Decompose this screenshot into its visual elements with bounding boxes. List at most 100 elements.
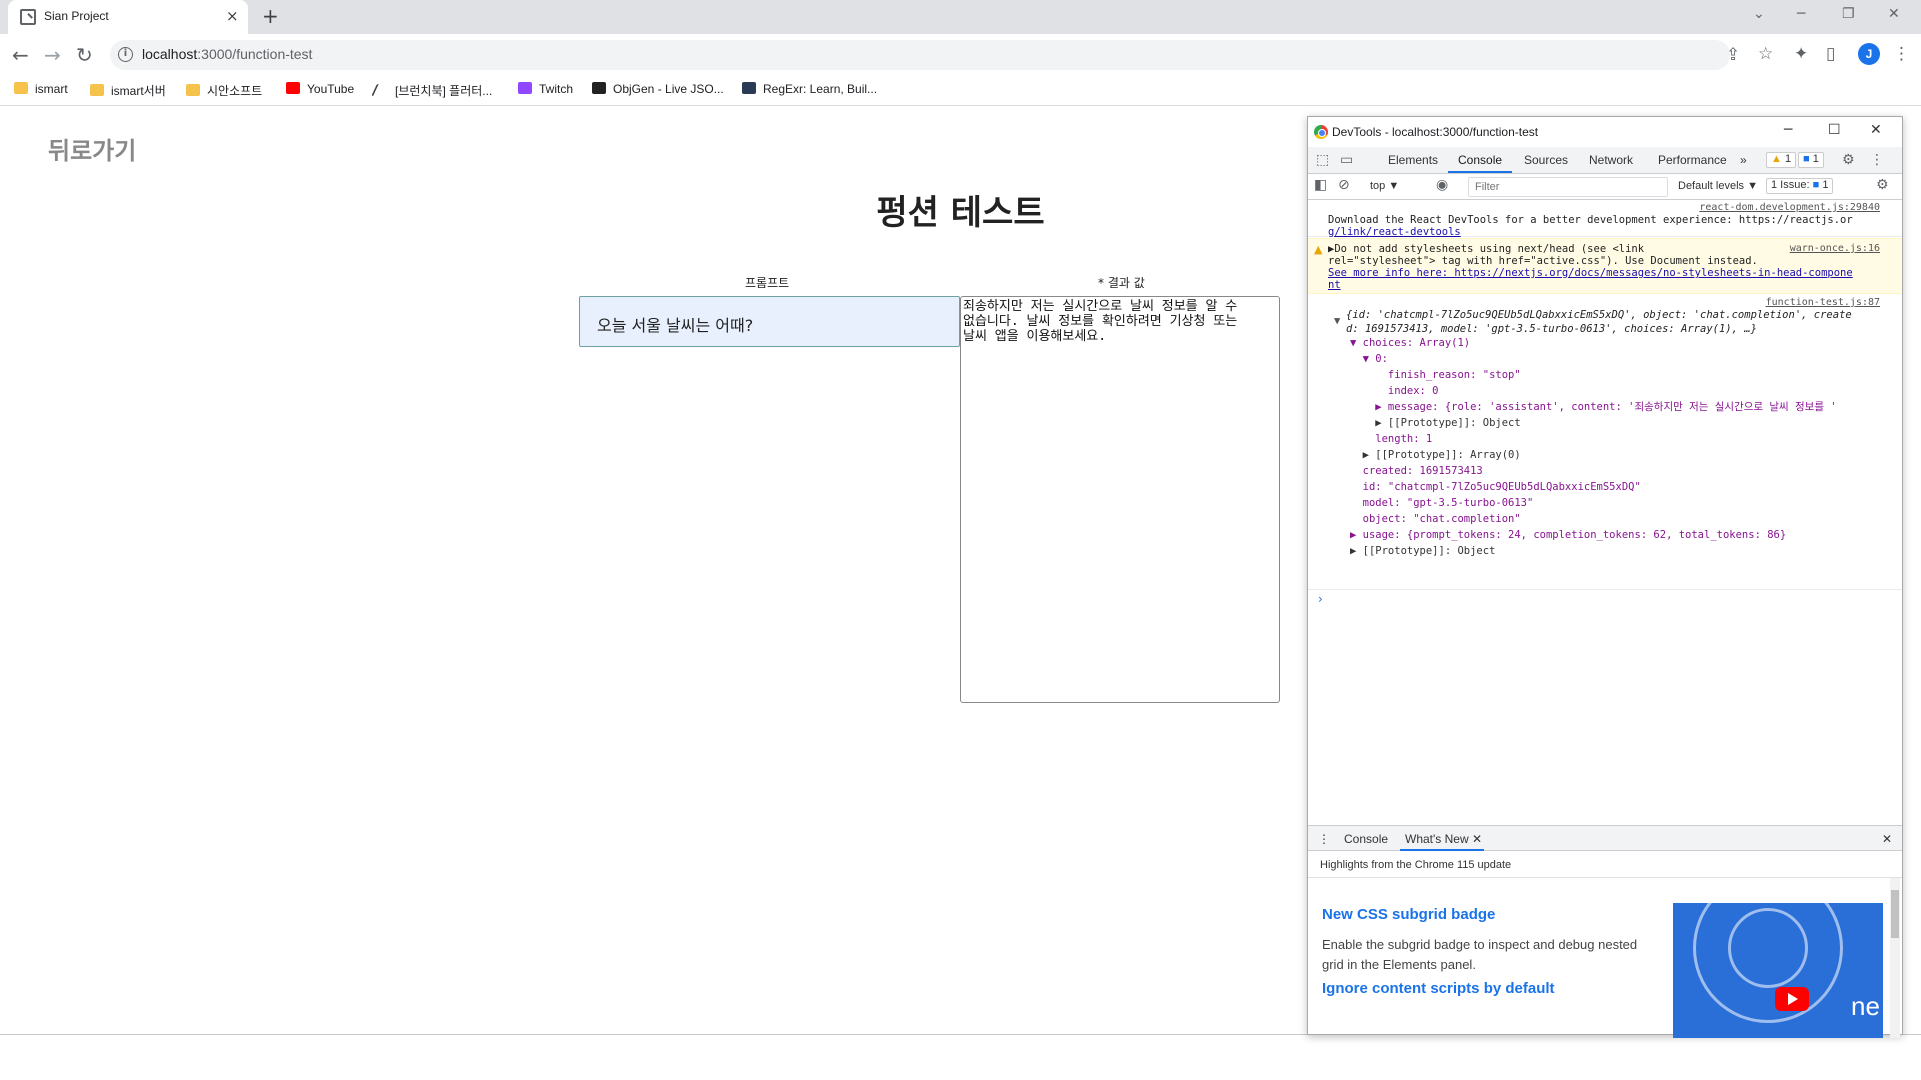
back-link[interactable]: 뒤로가기 xyxy=(48,131,136,166)
tab-sources[interactable]: Sources xyxy=(1524,153,1568,167)
whats-new-item-title[interactable]: Ignore content scripts by default xyxy=(1322,980,1555,997)
youtube-play-icon[interactable] xyxy=(1775,987,1809,1011)
whats-new-item-text: Enable the subgrid badge to inspect and … xyxy=(1322,937,1638,972)
devtools-maximize-icon[interactable]: ☐ xyxy=(1828,122,1841,138)
bookmark-star-icon[interactable]: ☆ xyxy=(1758,44,1773,64)
folder-icon xyxy=(186,84,200,96)
scrollbar-thumb[interactable] xyxy=(1891,890,1899,938)
tab-elements[interactable]: Elements xyxy=(1388,153,1438,167)
tree-node-prototype[interactable]: ▶ [[Prototype]]: Object xyxy=(1350,417,1520,430)
forward-arrow-icon[interactable]: → xyxy=(44,43,61,67)
whats-new-scrollbar[interactable] xyxy=(1890,878,1900,1038)
settings-gear-icon[interactable]: ⚙ xyxy=(1842,152,1855,168)
console-toolbar: ◧ ⊘ top ▼ ◉ Default levels ▼ 1 Issue: ■ … xyxy=(1308,174,1902,200)
tree-node-prototype[interactable]: ▶ [[Prototype]]: Object xyxy=(1350,545,1495,558)
messages-badge[interactable]: ■ 1 xyxy=(1798,152,1824,168)
message-link[interactable]: nt xyxy=(1328,279,1341,292)
message-source-link[interactable]: function-test.js:87 xyxy=(1766,297,1880,308)
bookmark-ismart-server[interactable]: ismart서버 xyxy=(90,82,166,100)
console-message-react: react-dom.development.js:29840 Download … xyxy=(1308,200,1902,238)
tree-node-message[interactable]: ▶ message: {role: 'assistant', content: … xyxy=(1350,401,1836,414)
device-toolbar-icon[interactable]: ▭ xyxy=(1340,152,1353,168)
minimize-icon[interactable]: ─ xyxy=(1797,6,1805,22)
message-link[interactable]: See more info here: https://nextjs.org/d… xyxy=(1328,267,1853,280)
pen-icon xyxy=(371,84,391,96)
tree-node-index: index: 0 xyxy=(1350,385,1439,397)
whats-new-item-title[interactable]: New CSS subgrid badge xyxy=(1322,906,1495,923)
folder-icon xyxy=(14,82,28,94)
browser-tab[interactable]: Sian Project × xyxy=(8,0,248,34)
expand-arrow-icon[interactable]: ▼ xyxy=(1334,315,1340,328)
new-tab-button[interactable]: + xyxy=(262,4,279,28)
share-icon[interactable]: ⇪ xyxy=(1726,45,1740,65)
object-summary[interactable]: d: 1691573413, model: 'gpt-3.5-turbo-061… xyxy=(1346,323,1757,336)
whats-new-body: New CSS subgrid badge Enable the subgrid… xyxy=(1308,878,1888,1038)
more-tabs-icon[interactable]: » xyxy=(1740,153,1747,167)
tree-node-usage[interactable]: ▶ usage: {prompt_tokens: 24, completion_… xyxy=(1350,529,1786,542)
bookmark-objgen[interactable]: ObjGen - Live JSO... xyxy=(592,82,724,100)
tree-node-choices[interactable]: ▼ choices: Array(1) xyxy=(1350,337,1470,350)
drawer-tab-whats-new[interactable]: What's New ✕ xyxy=(1405,832,1482,846)
message-icon: ■ xyxy=(1803,153,1810,165)
drawer-tabbar: ⋮ Console What's New ✕ ✕ xyxy=(1308,825,1902,851)
context-select[interactable]: top ▼ xyxy=(1370,180,1399,192)
close-tab-icon[interactable]: × xyxy=(226,7,239,25)
bookmark-regexr[interactable]: RegExr: Learn, Buil... xyxy=(742,82,877,100)
inspect-element-icon[interactable]: ⬚ xyxy=(1316,152,1329,168)
clear-console-icon[interactable]: ⊘ xyxy=(1338,177,1350,193)
devtools-minimize-icon[interactable]: ─ xyxy=(1784,122,1792,138)
prompt-input[interactable]: 오늘 서울 날씨는 어때? xyxy=(579,296,960,347)
warnings-badge[interactable]: ▲ 1 xyxy=(1766,152,1797,168)
side-panel-icon[interactable]: ▯ xyxy=(1826,44,1835,64)
back-arrow-icon[interactable]: ← xyxy=(12,43,29,67)
reload-icon[interactable]: ↻ xyxy=(76,43,93,67)
extensions-puzzle-icon[interactable]: ✦ xyxy=(1794,44,1808,64)
bookmark-brunch[interactable]: [브런치북] 플러터... xyxy=(371,82,492,100)
devtools-close-icon[interactable]: ✕ xyxy=(1870,122,1882,138)
tree-node-length: length: 1 xyxy=(1350,433,1433,445)
restore-icon[interactable]: ❐ xyxy=(1842,6,1855,22)
issue-icon: ■ xyxy=(1812,179,1820,191)
folder-icon xyxy=(90,84,104,96)
tree-node-0[interactable]: ▼ 0: xyxy=(1350,353,1388,366)
twitch-icon xyxy=(518,82,532,94)
bookmark-sian-soft[interactable]: 시안소프트 xyxy=(186,82,262,100)
close-window-icon[interactable]: ✕ xyxy=(1888,6,1900,22)
decorative-ring xyxy=(1728,908,1808,988)
tab-console[interactable]: Console xyxy=(1458,153,1502,167)
result-text: 죄송하지만 저는 실시간으로 날씨 정보를 알 수 없습니다. 날씨 정보를 확… xyxy=(963,299,1238,344)
profile-avatar[interactable]: J xyxy=(1858,43,1880,65)
message-source-link[interactable]: react-dom.development.js:29840 xyxy=(1699,202,1880,213)
bookmark-twitch[interactable]: Twitch xyxy=(518,82,573,100)
bookmarks-bar: ismart ismart서버 시안소프트 YouTube [브런치북] 플러터… xyxy=(0,76,1921,106)
tab-title: Sian Project xyxy=(44,9,109,23)
close-drawer-tab-icon[interactable]: ✕ xyxy=(1472,832,1482,846)
url-text[interactable]: localhost:3000/function-test xyxy=(142,46,312,62)
browser-toolbar: ← → ↻ i localhost:3000/function-test ⇪ ☆… xyxy=(0,34,1921,76)
drawer-tab-console[interactable]: Console xyxy=(1344,832,1388,846)
tab-network[interactable]: Network xyxy=(1589,153,1633,167)
sidebar-toggle-icon[interactable]: ◧ xyxy=(1314,177,1327,193)
console-prompt-caret[interactable]: › xyxy=(1318,592,1323,606)
bookmark-youtube[interactable]: YouTube xyxy=(286,82,354,100)
devtools-menu-icon[interactable]: ⋮ xyxy=(1870,152,1884,168)
tab-performance[interactable]: Performance xyxy=(1658,153,1727,167)
site-info-icon[interactable]: i xyxy=(118,47,133,62)
drawer-menu-icon[interactable]: ⋮ xyxy=(1318,832,1330,846)
address-bar[interactable]: i localhost:3000/function-test ⇪ ☆ xyxy=(110,40,1773,70)
devtools-tabbar: ⬚ ▭ Elements Console Sources Network Per… xyxy=(1308,147,1902,174)
tab-search-icon[interactable]: ⌄ xyxy=(1753,6,1765,22)
message-source-link[interactable]: warn-once.js:16 xyxy=(1790,243,1880,254)
bookmark-ismart[interactable]: ismart xyxy=(14,82,68,100)
console-settings-gear-icon[interactable]: ⚙ xyxy=(1876,177,1889,193)
tree-node-prototype[interactable]: ▶ [[Prototype]]: Array(0) xyxy=(1350,449,1521,462)
issues-button[interactable]: 1 Issue: ■ 1 xyxy=(1766,178,1834,194)
object-summary[interactable]: {id: 'chatcmpl-7lZo5uc9QEUb5dLQabxxicEmS… xyxy=(1346,309,1852,322)
menu-kebab-icon[interactable]: ⋮ xyxy=(1893,44,1910,64)
result-textarea[interactable]: 죄송하지만 저는 실시간으로 날씨 정보를 알 수 없습니다. 날씨 정보를 확… xyxy=(960,296,1280,703)
whats-new-video-thumbnail[interactable]: ne xyxy=(1673,903,1883,1038)
close-drawer-icon[interactable]: ✕ xyxy=(1882,832,1892,846)
console-filter-input[interactable] xyxy=(1468,177,1668,197)
log-levels-select[interactable]: Default levels ▼ xyxy=(1678,180,1758,192)
live-expression-eye-icon[interactable]: ◉ xyxy=(1436,177,1448,193)
